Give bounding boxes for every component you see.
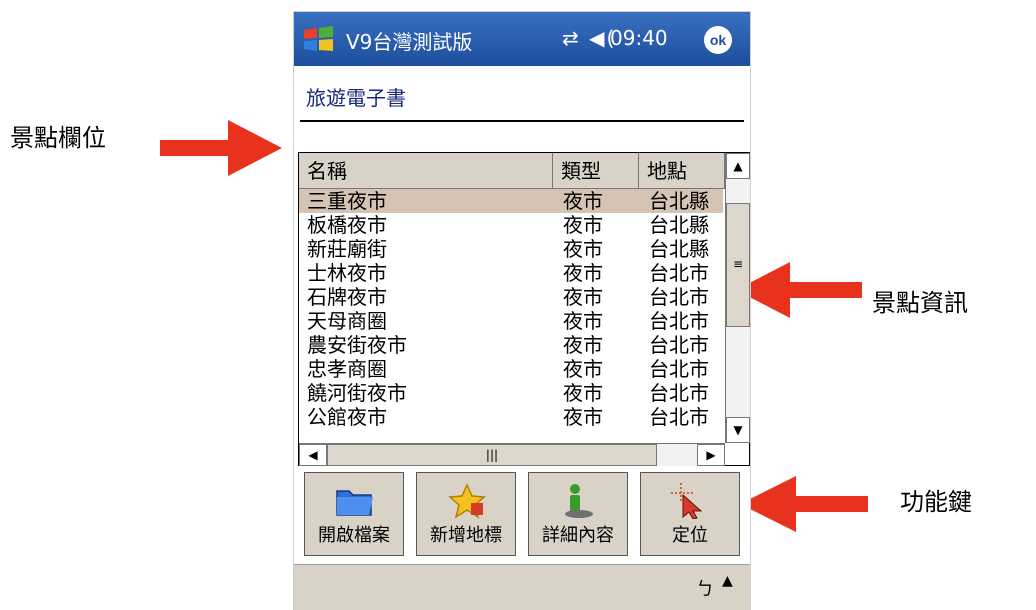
vertical-scrollbar[interactable]: ▲ ≡ ▼ — [725, 153, 750, 443]
cell-name: 忠孝商圈 — [307, 357, 387, 381]
arrow-left-icon — [740, 476, 868, 532]
list-item[interactable]: 農安街夜市 夜市 台北市 — [299, 333, 723, 357]
cell-place: 台北市 — [649, 405, 709, 429]
list-item[interactable]: 石牌夜市 夜市 台北市 — [299, 285, 723, 309]
cell-type: 夜市 — [563, 381, 603, 405]
connectivity-volume-icon[interactable]: ⇄ ◀( — [562, 26, 616, 50]
divider — [300, 120, 744, 122]
open-file-button[interactable]: 開啟檔案 — [304, 472, 404, 556]
ok-button[interactable]: ok — [704, 26, 732, 54]
cell-place: 台北市 — [649, 285, 709, 309]
list-item[interactable]: 新莊廟街 夜市 台北縣 — [299, 237, 723, 261]
list-item[interactable]: 忠孝商圈 夜市 台北市 — [299, 357, 723, 381]
cell-name: 石牌夜市 — [307, 285, 387, 309]
folder-icon — [336, 490, 373, 516]
list-rows: 三重夜市 夜市 台北縣 板橋夜市 夜市 台北縣 新莊廟街 夜市 台北縣 士林夜市… — [299, 189, 723, 443]
cell-name: 農安街夜市 — [307, 333, 407, 357]
list-item[interactable]: 士林夜市 夜市 台北市 — [299, 261, 723, 285]
locate-label: 定位 — [672, 525, 708, 546]
arrow-left-icon — [736, 262, 862, 318]
input-panel-icon[interactable]: ㄅ — [696, 575, 714, 601]
list-item[interactable]: 公館夜市 夜市 台北市 — [299, 405, 723, 429]
menu-bar: ㄅ ▲ — [294, 564, 750, 610]
scroll-down-icon[interactable]: ▼ — [726, 417, 750, 443]
add-landmark-label: 新增地標 — [430, 525, 502, 546]
attractions-list[interactable]: 名稱 類型 地點 三重夜市 夜市 台北縣 板橋夜市 夜市 台北縣 新莊廟街 夜市… — [298, 152, 750, 466]
annotation-function-label: 功能鍵 — [900, 488, 972, 516]
annotation-info-label: 景點資訊 — [872, 289, 968, 317]
cell-place: 台北縣 — [649, 237, 709, 261]
cell-place: 台北市 — [649, 261, 709, 285]
arrow-right-icon — [160, 120, 282, 176]
list-item[interactable]: 天母商圈 夜市 台北市 — [299, 309, 723, 333]
cursor-target-icon — [671, 483, 703, 519]
column-header-name[interactable]: 名稱 — [299, 153, 553, 189]
cell-place: 台北市 — [649, 357, 709, 381]
cell-place: 台北市 — [649, 381, 709, 405]
pda-screen: V9台灣測試版 ⇄ ◀( 09:40 ok 旅遊電子書 名稱 類型 地點 三重夜… — [294, 12, 750, 610]
input-panel-toggle-icon[interactable]: ▲ — [722, 573, 733, 589]
list-item[interactable]: 板橋夜市 夜市 台北縣 — [299, 213, 723, 237]
cell-type: 夜市 — [563, 357, 603, 381]
cell-type: 夜市 — [563, 213, 603, 237]
windows-start-icon[interactable] — [302, 24, 336, 54]
cell-name: 新莊廟街 — [307, 237, 387, 261]
cell-type: 夜市 — [563, 405, 603, 429]
list-item[interactable]: 三重夜市 夜市 台北縣 — [299, 189, 723, 213]
scroll-thumb[interactable]: ≡ — [726, 203, 750, 327]
cell-type: 夜市 — [563, 237, 603, 261]
details-label: 詳細內容 — [542, 525, 614, 546]
info-icon — [565, 484, 593, 518]
cell-name: 士林夜市 — [307, 261, 387, 285]
cell-type: 夜市 — [563, 261, 603, 285]
window-title: V9台灣測試版 — [346, 30, 473, 54]
open-file-label: 開啟檔案 — [318, 525, 390, 546]
cell-name: 饒河街夜市 — [307, 381, 407, 405]
cell-place: 台北市 — [649, 309, 709, 333]
cell-place: 台北縣 — [649, 189, 709, 213]
cell-type: 夜市 — [563, 309, 603, 333]
scroll-up-icon[interactable]: ▲ — [726, 153, 750, 179]
scroll-right-icon[interactable]: ▶ — [697, 444, 725, 466]
cell-name: 板橋夜市 — [307, 213, 387, 237]
title-bar: V9台灣測試版 ⇄ ◀( 09:40 ok — [294, 12, 750, 66]
cell-name: 天母商圈 — [307, 309, 387, 333]
cell-name: 公館夜市 — [307, 405, 387, 429]
cell-name: 三重夜市 — [307, 189, 387, 213]
scroll-left-icon[interactable]: ◀ — [299, 444, 327, 466]
cell-place: 台北縣 — [649, 213, 709, 237]
list-item[interactable]: 饒河街夜市 夜市 台北市 — [299, 381, 723, 405]
locate-button[interactable]: 定位 — [640, 472, 740, 556]
cell-type: 夜市 — [563, 285, 603, 309]
cell-type: 夜市 — [563, 333, 603, 357]
column-header-type[interactable]: 類型 — [553, 153, 639, 189]
annotation-field-label: 景點欄位 — [10, 124, 106, 152]
horizontal-scrollbar[interactable]: ◀ ||| ▶ — [299, 443, 725, 466]
details-button[interactable]: 詳細內容 — [528, 472, 628, 556]
column-header-place[interactable]: 地點 — [639, 153, 725, 189]
hscroll-thumb[interactable]: ||| — [327, 444, 657, 466]
app-title: 旅遊電子書 — [306, 86, 406, 110]
star-icon — [448, 483, 486, 519]
cell-type: 夜市 — [563, 189, 603, 213]
add-landmark-button[interactable]: 新增地標 — [416, 472, 516, 556]
clock[interactable]: 09:40 — [610, 26, 668, 50]
cell-place: 台北市 — [649, 333, 709, 357]
